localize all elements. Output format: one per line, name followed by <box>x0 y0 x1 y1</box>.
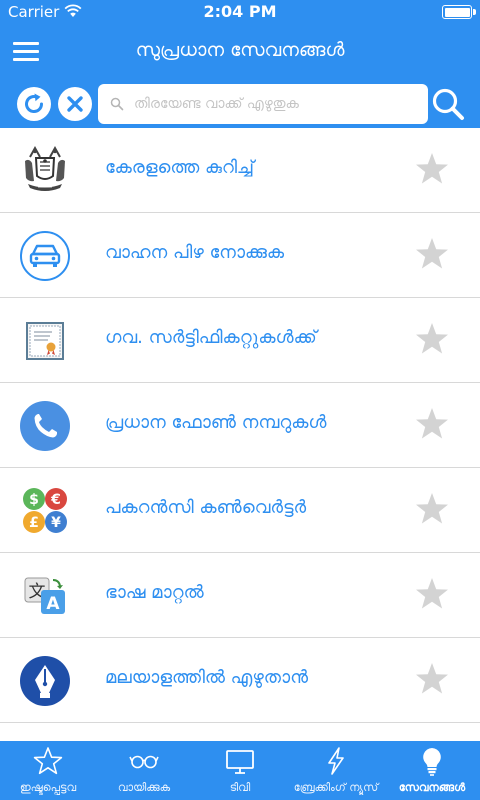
certificate-icon <box>19 315 71 367</box>
kerala-emblem-icon <box>19 145 71 197</box>
magnifier-icon[interactable] <box>430 86 466 122</box>
lightbulb-icon <box>423 748 441 776</box>
favorite-star-icon[interactable] <box>414 491 450 527</box>
list-item-label: കേരളത്തെ കുറിച്ച് <box>105 157 255 178</box>
translate-icon: 文 A <box>19 570 71 622</box>
list-item-label: പകറൻസി കൺവെർട്ടർ <box>105 497 307 518</box>
tab-label: ബ്രേക്കിംഗ് ന്യൂസ് <box>293 781 379 794</box>
list-item-label: മലയാളത്തിൽ എഴുതാൻ <box>105 667 308 688</box>
search-row <box>0 80 480 128</box>
list-item-about-kerala[interactable]: കേരളത്തെ കുറിച്ച് <box>0 128 480 213</box>
tab-read[interactable]: വായിക്കുക <box>96 741 192 800</box>
status-time: 2:04 PM <box>203 2 277 21</box>
fountain-pen-icon <box>19 655 71 707</box>
clear-search-button[interactable] <box>58 87 92 121</box>
favorite-star-icon[interactable] <box>414 151 450 187</box>
svg-text:A: A <box>46 594 60 614</box>
top-bar: Carrier 2:04 PM സുപ്രധാന സേവനങ്ങൾ <box>0 0 480 128</box>
favorite-star-icon[interactable] <box>414 236 450 272</box>
status-bar: Carrier 2:04 PM <box>0 0 480 24</box>
tab-label: വായിക്കുക <box>117 781 171 794</box>
tab-tv[interactable]: ടിവി <box>192 741 288 800</box>
favorite-star-icon[interactable] <box>414 661 450 697</box>
list-item-label: ഭാഷ മാറ്റൽ <box>105 582 204 603</box>
favorite-star-icon[interactable] <box>414 321 450 357</box>
svg-text:€: € <box>50 492 61 508</box>
list-item-label: പ്രധാന ഫോൺ നമ്പറുകൾ <box>105 412 327 433</box>
list-item-write-malayalam[interactable]: മലയാളത്തിൽ എഴുതാൻ <box>0 638 480 723</box>
search-field-icon <box>110 97 124 111</box>
list-item-label: വാഹന പിഴ നോക്കുക <box>105 242 285 263</box>
list-item-label: ഗവ. സർട്ടിഫികറ്റുകൾക്ക് <box>105 327 317 348</box>
close-icon <box>67 96 83 112</box>
tab-breaking-news[interactable]: ബ്രേക്കിംഗ് ന്യൂസ് <box>288 741 384 800</box>
tab-label: ടിവി <box>229 781 251 794</box>
svg-text:£: £ <box>29 515 39 531</box>
tab-label: സേവനങ്ങൾ <box>398 781 466 794</box>
list-item-govt-certificates[interactable]: ഗവ. സർട്ടിഫികറ്റുകൾക്ക് <box>0 298 480 383</box>
list-item-language-translate[interactable]: 文 A ഭാഷ മാറ്റൽ <box>0 553 480 638</box>
favorite-star-icon[interactable] <box>414 406 450 442</box>
list-item-vehicle-fine[interactable]: വാഹന പിഴ നോക്കുക <box>0 213 480 298</box>
svg-text:$: $ <box>29 492 39 508</box>
tab-favorites[interactable]: ഇഷ്ടപ്പെട്ടവ <box>0 741 96 800</box>
currency-icon: $ € £ ¥ <box>19 485 71 537</box>
list-item-currency-converter[interactable]: $ € £ ¥ പകറൻസി കൺവെർട്ടർ <box>0 468 480 553</box>
lightning-icon <box>328 747 344 775</box>
favorite-star-icon[interactable] <box>414 576 450 612</box>
search-input[interactable] <box>98 84 428 124</box>
battery-icon <box>442 5 476 19</box>
refresh-icon <box>25 93 44 113</box>
tab-services[interactable]: സേവനങ്ങൾ <box>384 741 480 800</box>
svg-text:¥: ¥ <box>51 515 61 531</box>
navigation-bar: സുപ്രധാന സേവനങ്ങൾ <box>0 24 480 80</box>
phone-icon <box>19 400 71 452</box>
bottom-tab-bar: ഇഷ്ടപ്പെട്ടവ വായിക്കുക ടിവി ബ്രേക്കിംഗ് … <box>0 741 480 800</box>
star-outline-icon <box>33 747 63 775</box>
glasses-icon <box>129 755 159 769</box>
car-icon <box>19 230 71 282</box>
tv-icon <box>226 750 254 774</box>
refresh-button[interactable] <box>17 87 51 121</box>
list-item-important-phone-numbers[interactable]: പ്രധാന ഫോൺ നമ്പറുകൾ <box>0 383 480 468</box>
page-title: സുപ്രധാന സേവനങ്ങൾ <box>135 39 345 61</box>
tab-label: ഇഷ്ടപ്പെട്ടവ <box>19 781 77 794</box>
